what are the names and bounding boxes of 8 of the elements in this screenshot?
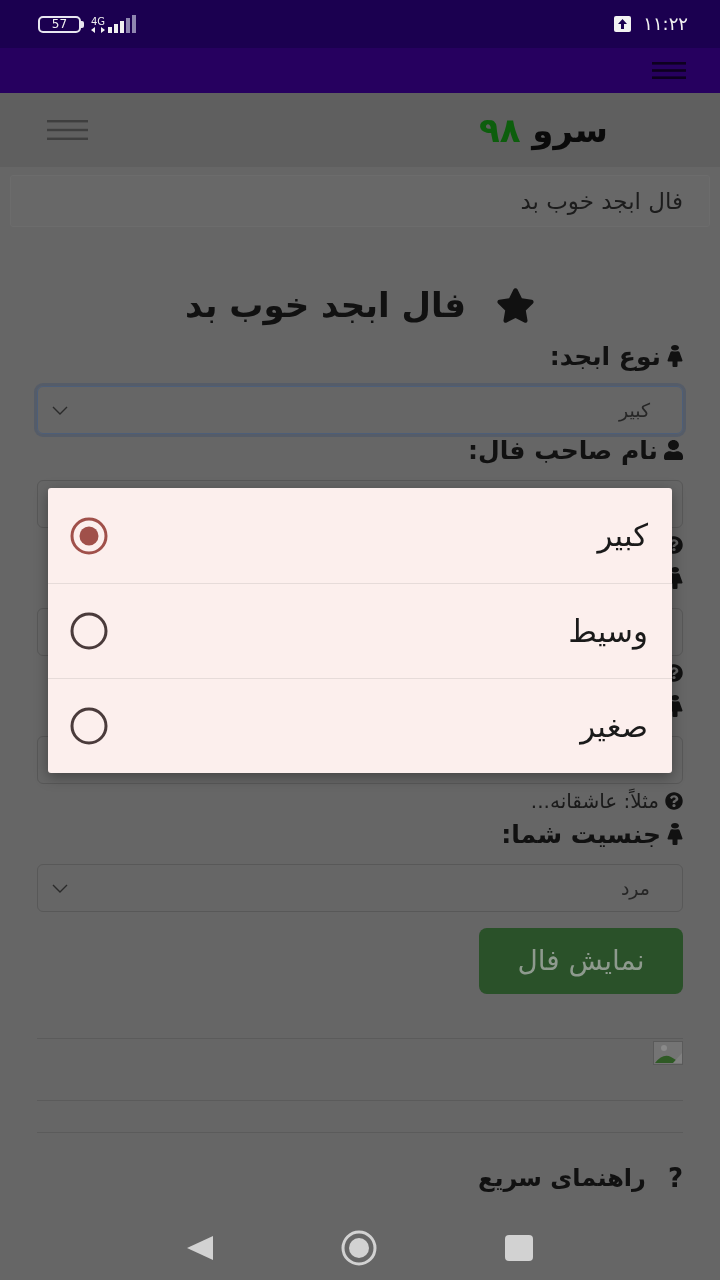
- field-label: جنسیت شما:: [501, 821, 661, 847]
- field-label: نوع ابجد:: [549, 343, 661, 369]
- question-mark: ?: [667, 1165, 683, 1191]
- section-title: راهنمای سریع: [478, 1166, 646, 1190]
- status-time: ۱۱:۲۲: [643, 15, 688, 33]
- field-label: نام صاحب فال:: [468, 437, 658, 463]
- battery-indicator: 57: [38, 15, 84, 33]
- network-type: 4G: [90, 17, 106, 27]
